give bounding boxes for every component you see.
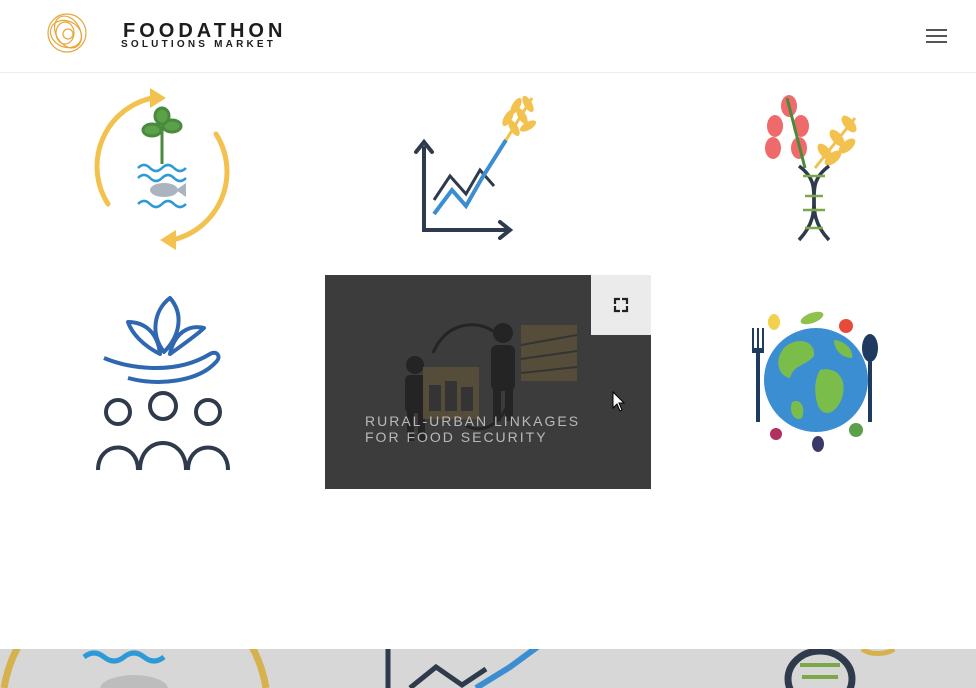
- aquaponics-cycle-icon: [94, 88, 230, 250]
- tile-aquaponics[interactable]: [80, 84, 244, 254]
- growth-chart-wheat-icon: [414, 95, 537, 240]
- tile-rural-urban-linkages[interactable]: RURAL-URBAN LINKAGES FOR FOOD SECURITY: [325, 275, 651, 489]
- tile-title-line: RURAL-URBAN LINKAGES: [365, 413, 581, 429]
- tile-community[interactable]: [88, 294, 238, 474]
- fullscreen-expand-icon: [613, 297, 629, 313]
- tile-title[interactable]: RURAL-URBAN LINKAGES FOR FOOD SECURITY: [365, 413, 580, 445]
- tile-growth-chart[interactable]: [410, 90, 540, 240]
- mouse-pointer-icon: [612, 391, 626, 412]
- next-section-icons: [0, 649, 896, 688]
- brand-tagline[interactable]: SOLUTIONS MARKET: [121, 39, 276, 51]
- tile-globe-food[interactable]: [744, 306, 888, 458]
- circular-scribble-logo-icon[interactable]: [44, 10, 90, 56]
- community-hand-plant-icon: [96, 296, 230, 471]
- next-section-preview: [0, 649, 976, 688]
- site-header: FOODATHON SOLUTIONS MARKET: [0, 0, 976, 73]
- fullscreen-expand-button[interactable]: [591, 275, 651, 335]
- hamburger-menu-icon[interactable]: [924, 28, 950, 46]
- tile-dna-plant[interactable]: [755, 88, 870, 246]
- dna-plant-icon: [765, 95, 857, 242]
- globe-food-cutlery-icon: [752, 311, 878, 452]
- tile-title-line: FOR FOOD SECURITY: [365, 429, 548, 445]
